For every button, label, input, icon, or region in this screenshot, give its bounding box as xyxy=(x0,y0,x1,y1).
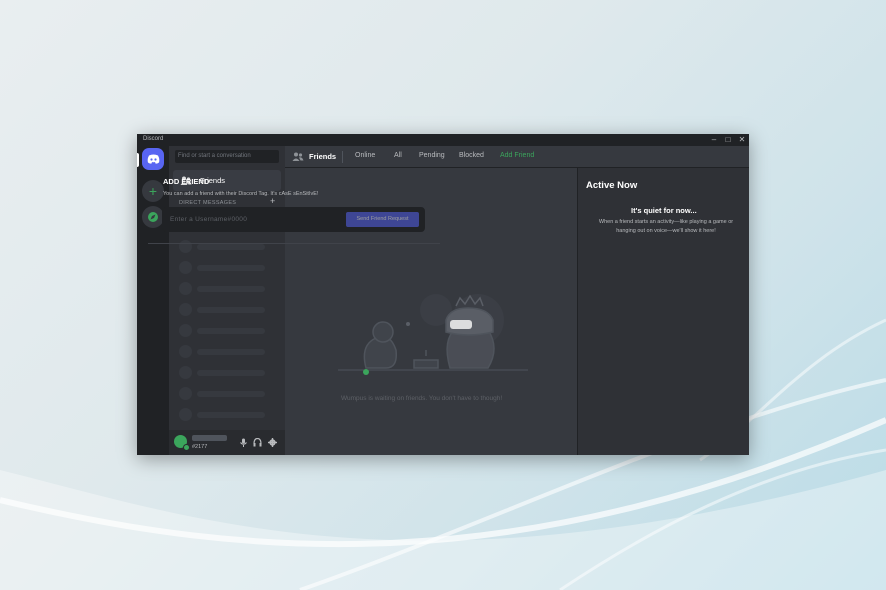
status-online-icon xyxy=(183,444,190,451)
quiet-description: When a friend starts an activity—like pl… xyxy=(598,219,734,234)
tab-add-friend[interactable]: Add Friend xyxy=(500,152,534,159)
tab-blocked[interactable]: Blocked xyxy=(459,152,484,159)
app-title: Discord xyxy=(143,136,164,142)
send-friend-request-button[interactable]: Send Friend Request xyxy=(346,212,419,227)
tab-online[interactable]: Online xyxy=(355,152,375,159)
divider xyxy=(342,151,343,163)
minimize-icon[interactable]: – xyxy=(707,134,721,146)
create-dm-button[interactable]: + xyxy=(270,196,275,206)
tab-all[interactable]: All xyxy=(394,152,402,159)
gear-icon[interactable] xyxy=(268,438,277,447)
add-server-button[interactable]: + xyxy=(142,180,164,202)
active-now-title: Active Now xyxy=(586,180,638,191)
user-panel: #2177 xyxy=(169,430,285,455)
close-icon[interactable]: ✕ xyxy=(735,134,749,146)
divider xyxy=(148,243,440,244)
active-indicator xyxy=(137,153,139,167)
home-button[interactable] xyxy=(142,148,164,170)
discord-logo-icon xyxy=(147,154,159,164)
active-now-panel xyxy=(577,146,749,455)
friends-icon xyxy=(292,152,304,161)
user-tag: #2177 xyxy=(192,444,208,450)
tab-pending[interactable]: Pending xyxy=(419,152,445,159)
add-friend-form: Enter a Username#0000 Send Friend Reques… xyxy=(162,207,425,232)
dm-header: DIRECT MESSAGES xyxy=(179,200,237,206)
username-redacted xyxy=(192,435,227,441)
friends-topbar: Friends Online All Pending Blocked Add F… xyxy=(285,146,749,168)
username-input[interactable]: Enter a Username#0000 xyxy=(170,216,247,223)
page-title: Friends xyxy=(309,152,337,161)
quiet-title: It's quiet for now... xyxy=(631,206,697,215)
empty-state-text: Wumpus is waiting on friends. You don't … xyxy=(341,395,503,402)
wumpus-illustration xyxy=(338,294,528,375)
add-friend-title: ADD FRIEND xyxy=(163,177,210,186)
compass-icon xyxy=(148,212,158,222)
maximize-icon[interactable]: □ xyxy=(721,134,735,146)
title-bar: Discord – □ ✕ xyxy=(137,134,749,146)
microphone-icon[interactable] xyxy=(239,438,248,447)
search-input[interactable]: Find or start a conversation xyxy=(175,150,279,163)
add-friend-subtitle: You can add a friend with their Discord … xyxy=(163,191,319,197)
plus-icon: + xyxy=(148,183,158,199)
headphones-icon[interactable] xyxy=(253,438,262,447)
explore-servers-button[interactable] xyxy=(142,206,164,228)
